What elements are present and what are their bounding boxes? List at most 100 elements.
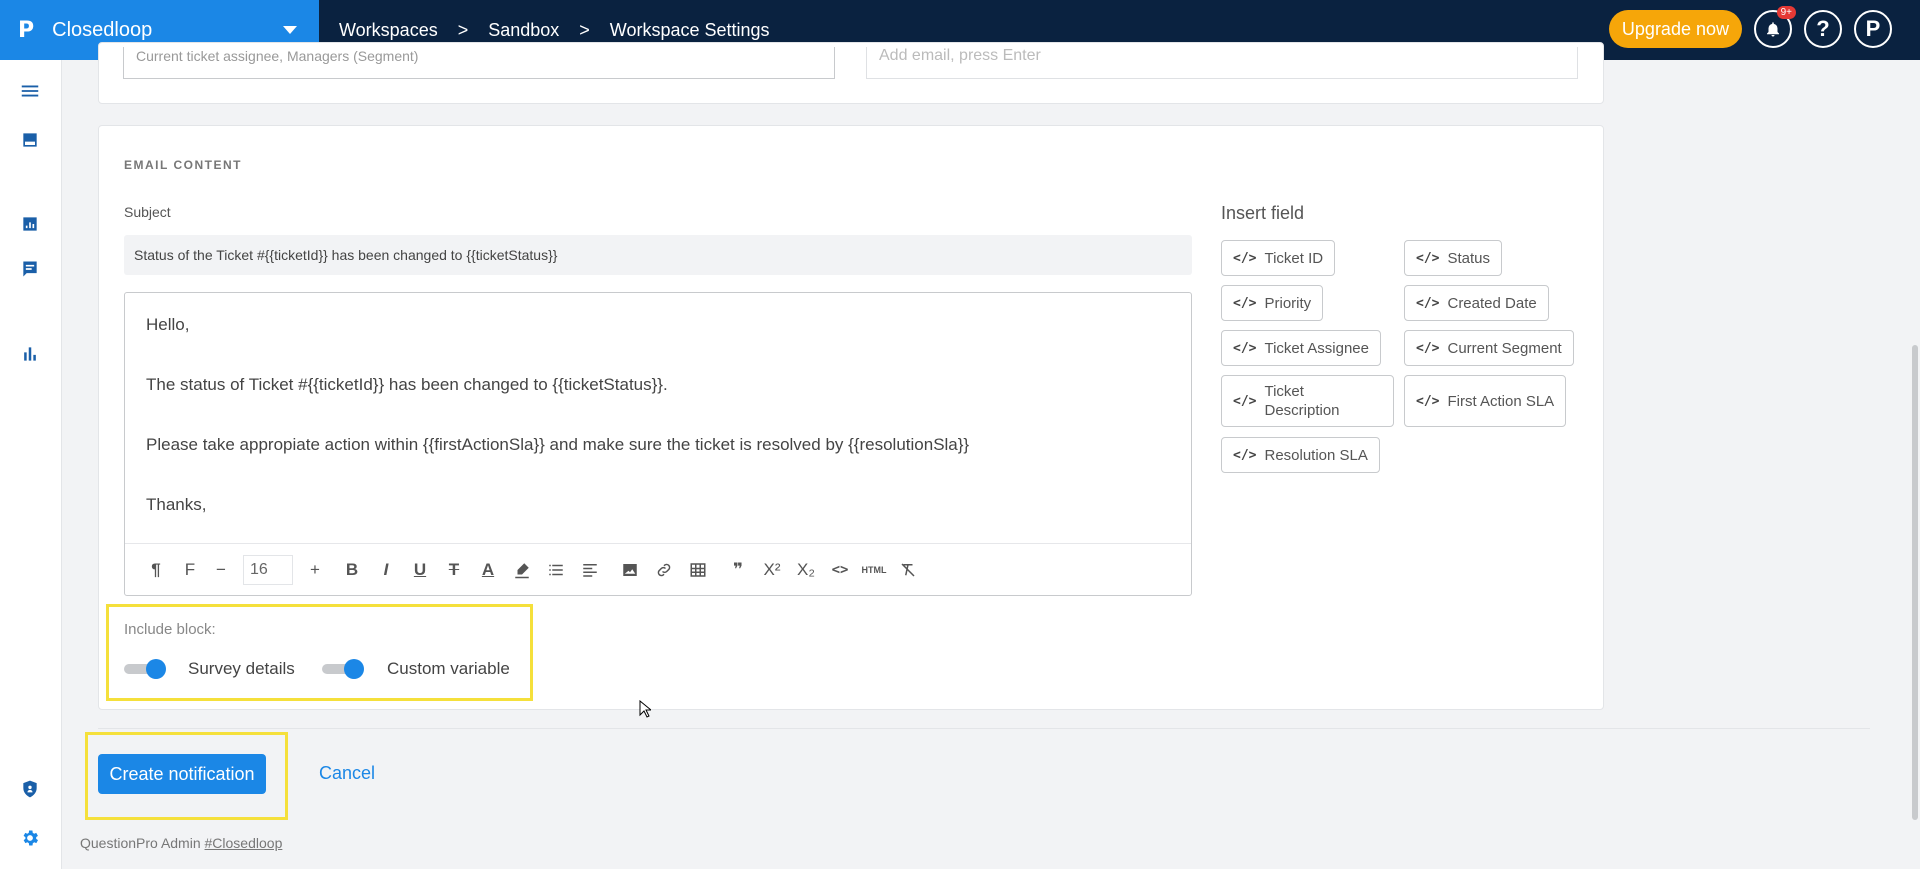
cancel-link[interactable]: Cancel [319,763,375,784]
notifications-button[interactable]: 9+ [1754,6,1796,48]
body-line: The status of Ticket #{{ticketId}} has b… [146,375,668,394]
font-size-input[interactable]: 16 [243,554,293,585]
code-icon: </> [1233,250,1257,266]
increase-font-icon[interactable]: + [301,553,329,587]
text-color-icon[interactable]: A [471,553,505,587]
bar-chart-icon[interactable] [19,343,41,365]
email-body-editor[interactable]: Hello, The status of Ticket #{{ticketId}… [124,292,1192,596]
footer-text: QuestionPro Admin [80,835,205,851]
breadcrumb-workspace-settings: Workspace Settings [609,19,770,40]
font-family-icon[interactable]: F [173,553,207,587]
mouse-cursor-icon [639,700,651,718]
decrease-font-icon[interactable]: − [207,553,235,587]
insert-field-ticket-description[interactable]: </> Ticket Description [1221,375,1394,427]
chip-label: Priority [1264,294,1312,312]
insert-field-current-segment[interactable]: </> Current Segment [1404,330,1574,366]
divider [98,728,1870,729]
chip-label: Status [1447,249,1491,267]
italic-icon[interactable]: I [369,553,403,587]
recipients-card: Current ticket assignee, Managers (Segme… [98,42,1604,104]
chip-label: Ticket ID [1264,249,1324,267]
image-icon[interactable] [613,553,647,587]
survey-details-toggle[interactable] [124,659,166,679]
chevron-right-icon: > [579,19,590,40]
notification-badge: 9+ [1776,6,1796,19]
clear-format-icon[interactable] [891,553,925,587]
chevron-down-icon [283,26,297,34]
code-icon: </> [1233,393,1257,409]
code-icon[interactable]: <> [823,553,857,587]
code-icon: </> [1416,250,1440,266]
insert-field-first-action-sla[interactable]: </> First Action SLA [1404,375,1567,427]
html-icon[interactable]: HTML [857,553,891,587]
link-icon[interactable] [647,553,681,587]
insert-field-resolution-sla[interactable]: </> Resolution SLA [1221,437,1380,473]
code-icon: </> [1233,340,1257,356]
footer: QuestionPro Admin #Closedloop [80,835,282,851]
page-scrollbar[interactable] [1910,60,1920,869]
superscript-icon[interactable]: X² [755,553,789,587]
create-notification-button[interactable]: Create notification [98,754,266,794]
footer-link[interactable]: #Closedloop [205,835,283,851]
paragraph-icon[interactable]: ¶ [139,553,173,587]
email-input[interactable]: Add email, press Enter [866,47,1578,79]
body-line: Thanks, [146,495,207,514]
menu-icon[interactable] [19,80,41,102]
underline-icon[interactable]: U [403,553,437,587]
app-name: Closedloop [52,18,153,41]
scrollbar-thumb[interactable] [1912,345,1918,820]
table-icon[interactable] [681,553,715,587]
bullet-list-icon[interactable] [539,553,573,587]
code-icon: </> [1416,340,1440,356]
chip-label: Ticket Assignee [1264,339,1369,357]
app-logo: P [18,17,35,43]
breadcrumb-sandbox[interactable]: Sandbox [488,20,559,41]
bell-icon [1767,22,1779,37]
editor-toolbar: ¶ F − 16 + B I U T A ❞ X² X₂ <> HTML [125,543,1191,595]
bold-icon[interactable]: B [335,553,369,587]
shield-user-icon[interactable] [19,778,41,800]
toggle-knob [146,659,166,679]
chat-icon[interactable] [19,258,41,280]
insert-field-created-date[interactable]: </> Created Date [1404,285,1549,321]
chip-label: Ticket Description [1264,383,1340,419]
insert-field-status[interactable]: </> Status [1404,240,1503,276]
section-title: EMAIL CONTENT [124,158,242,172]
subscript-icon[interactable]: X₂ [789,553,823,587]
insert-field-ticket-assignee[interactable]: </> Ticket Assignee [1221,330,1381,366]
help-button[interactable]: ? [1804,10,1842,48]
custom-variable-label: Custom variable [387,659,510,678]
subject-input[interactable]: Status of the Ticket #{{ticketId}} has b… [124,235,1192,275]
upgrade-button[interactable]: Upgrade now [1608,10,1742,48]
inbox-icon[interactable] [19,129,41,151]
insert-field-title: Insert field [1221,203,1305,223]
chip-label: First Action SLA [1447,392,1555,410]
chip-label: Created Date [1447,294,1537,312]
top-actions: Upgrade now 9+ ? P [1608,6,1892,48]
breadcrumb-workspaces[interactable]: Workspaces [339,20,438,41]
include-block-highlight [106,604,533,701]
custom-variable-toggle[interactable] [322,659,364,679]
insert-field-ticket-id[interactable]: </> Ticket ID [1221,240,1336,276]
align-icon[interactable] [573,553,607,587]
chevron-right-icon: > [457,19,469,40]
highlight-icon[interactable] [505,553,539,587]
strikethrough-icon[interactable]: T [437,553,471,587]
code-icon: </> [1233,447,1257,463]
recipients-select[interactable]: Current ticket assignee, Managers (Segme… [123,47,835,79]
subject-label: Subject [124,204,171,220]
gear-icon[interactable] [19,827,41,849]
help-icon: ? [1816,16,1830,41]
left-rail [0,60,62,869]
code-icon: </> [1416,393,1440,409]
quote-icon[interactable]: ❞ [721,553,755,587]
insert-field-priority[interactable]: </> Priority [1221,285,1324,321]
email-body-text[interactable]: Hello, The status of Ticket #{{ticketId}… [146,315,969,555]
body-line: Please take appropiate action within {{f… [146,435,970,454]
profile-icon: P [1865,16,1881,41]
code-icon: </> [1233,295,1257,311]
survey-details-label: Survey details [188,659,295,678]
profile-button[interactable]: P [1854,10,1892,48]
breadcrumb: Workspaces > Sandbox > Workspace Setting… [339,20,770,41]
dashboard-icon[interactable] [19,213,41,235]
